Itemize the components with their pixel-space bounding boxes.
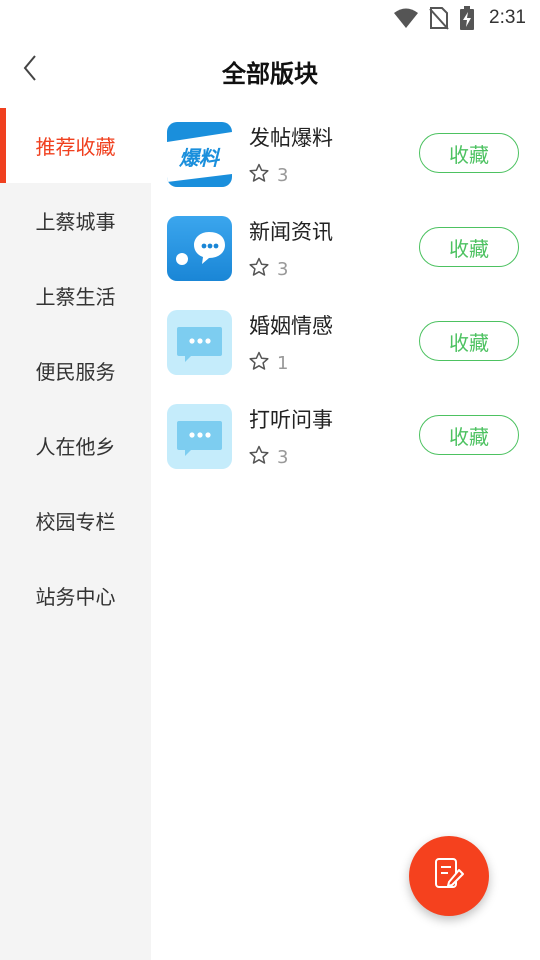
board-stats: 3 [249,445,288,470]
board-stats: 3 [249,257,288,282]
favorite-button[interactable]: 收藏 [419,415,519,455]
sidebar-item-campus[interactable]: 校园专栏 [0,483,151,558]
header: 全部版块 [0,36,540,108]
sidebar-item-life[interactable]: 上蔡生活 [0,258,151,333]
favorite-count: 1 [277,353,289,374]
compose-icon [432,856,466,896]
baoliao-logo: 爆料 [167,122,232,187]
favorite-count: 3 [277,447,289,468]
favorite-button[interactable]: 收藏 [419,227,519,267]
wifi-icon [393,7,419,29]
board-name: 新闻资讯 [249,220,333,244]
battery-charging-icon [459,6,475,30]
status-bar: 2:31 [0,0,540,36]
favorite-count: 3 [277,259,289,280]
sidebar-item-site-center[interactable]: 站务中心 [0,558,151,633]
message-icon [167,310,232,375]
sidebar-item-label: 站务中心 [35,585,116,609]
baoliao-logo-text: 爆料 [178,146,221,170]
favorite-button[interactable]: 收藏 [419,321,519,361]
sidebar-item-label: 上蔡生活 [35,285,116,309]
favorite-button[interactable]: 收藏 [419,133,519,173]
sidebar-item-label: 推荐收藏 [35,135,116,159]
list-item[interactable]: 新闻资讯 3 收藏 [151,202,540,296]
list-item[interactable]: 婚姻情感 1 收藏 [151,296,540,390]
board-name: 打听问事 [249,408,333,432]
status-time: 2:31 [489,7,526,28]
sidebar-item-away-from-home[interactable]: 人在他乡 [0,408,151,483]
sidebar-item-label: 校园专栏 [35,510,116,534]
page-title: 全部版块 [222,60,318,88]
board-list: 爆料 发帖爆料 3 收藏 新闻资讯 3 收藏 婚姻情感 1 收藏 打听问事 3 … [151,108,540,960]
board-name: 婚姻情感 [249,314,333,338]
sidebar-item-services[interactable]: 便民服务 [0,333,151,408]
star-icon [249,163,269,188]
category-sidebar: 推荐收藏 上蔡城事 上蔡生活 便民服务 人在他乡 校园专栏 站务中心 [0,108,151,960]
star-icon [249,257,269,282]
compose-button[interactable] [409,836,489,916]
star-icon [249,351,269,376]
list-item[interactable]: 爆料 发帖爆料 3 收藏 [151,108,540,202]
no-sim-icon [429,6,449,30]
board-stats: 1 [249,351,288,376]
sidebar-item-label: 上蔡城事 [35,210,116,234]
chat-bubble-icon [167,216,232,281]
sidebar-item-label: 人在他乡 [35,435,116,459]
list-item[interactable]: 打听问事 3 收藏 [151,390,540,484]
board-name: 发帖爆料 [249,126,333,150]
sidebar-item-recommended[interactable]: 推荐收藏 [0,108,151,183]
sidebar-item-city-news[interactable]: 上蔡城事 [0,183,151,258]
message-icon [167,404,232,469]
board-stats: 3 [249,163,288,188]
sidebar-item-label: 便民服务 [35,360,116,384]
star-icon [249,445,269,470]
favorite-count: 3 [277,165,289,186]
